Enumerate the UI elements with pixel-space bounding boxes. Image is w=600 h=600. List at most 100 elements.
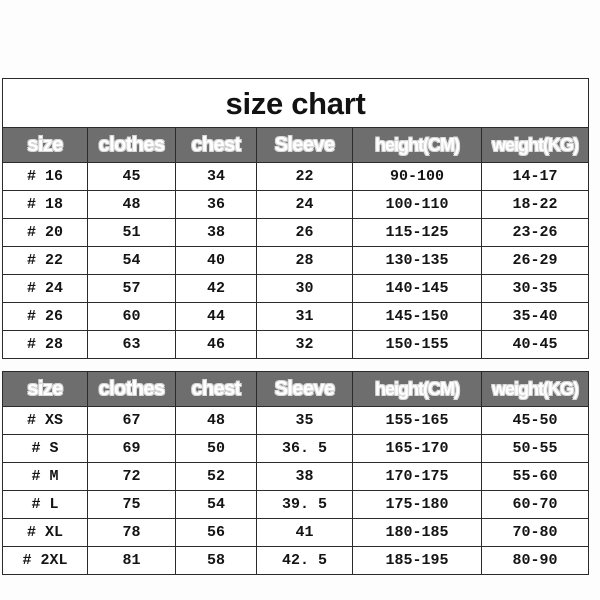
- cell-height: 140-145: [352, 274, 482, 303]
- table-row: # 18 48 36 24 100-110 18-22: [2, 190, 590, 219]
- cell-size: # M: [2, 462, 88, 491]
- cell-sleeve: 42. 5: [256, 546, 353, 575]
- cell-sleeve: 31: [256, 302, 353, 331]
- cell-height: 90-100: [352, 162, 482, 191]
- cell-clothes: 57: [87, 274, 176, 303]
- cell-clothes: 54: [87, 246, 176, 275]
- table-row: # S 69 50 36. 5 165-170 50-55: [2, 434, 589, 463]
- cell-chest: 56: [175, 518, 257, 547]
- column-header-weight: weight(KG): [480, 127, 590, 163]
- column-header-size: size: [2, 371, 88, 407]
- column-header-height: height(CM): [352, 127, 482, 163]
- cell-height: 115-125: [352, 218, 482, 247]
- column-header-height: height(CM): [352, 371, 482, 407]
- kids-size-table: size chart size clothes chest Sleeve hei…: [1, 78, 590, 359]
- cell-clothes: 81: [87, 546, 176, 575]
- cell-weight: 80-90: [481, 546, 589, 575]
- cell-sleeve: 32: [256, 330, 353, 359]
- cell-weight: 30-35: [480, 274, 590, 303]
- cell-size: # 16: [2, 162, 88, 191]
- cell-weight: 23-26: [480, 218, 590, 247]
- cell-clothes: 63: [87, 330, 176, 359]
- cell-chest: 36: [175, 190, 257, 219]
- cell-weight: 40-45: [480, 330, 590, 359]
- cell-weight: 60-70: [481, 490, 589, 519]
- cell-weight: 18-22: [480, 190, 590, 219]
- cell-clothes: 72: [87, 462, 176, 491]
- cell-clothes: 75: [87, 490, 176, 519]
- cell-weight: 50-55: [481, 434, 589, 463]
- cell-size: # L: [2, 490, 88, 519]
- cell-sleeve: 39. 5: [256, 490, 353, 519]
- cell-sleeve: 38: [256, 462, 353, 491]
- table-row: # 2XL 81 58 42. 5 185-195 80-90: [2, 546, 589, 575]
- column-header-chest: chest: [175, 371, 257, 407]
- column-header-weight: weight(KG): [481, 371, 589, 407]
- column-header-clothes: clothes: [87, 127, 176, 163]
- chart-title-text: size chart: [225, 85, 366, 121]
- cell-weight: 26-29: [480, 246, 590, 275]
- kids-table-head: size chart size clothes chest Sleeve hei…: [1, 78, 590, 163]
- table-row: # 22 54 40 28 130-135 26-29: [2, 246, 590, 275]
- size-chart-container: size chart size clothes chest Sleeve hei…: [1, 78, 590, 575]
- cell-size: # 28: [2, 330, 88, 359]
- table-row: # XS 67 48 35 155-165 45-50: [2, 406, 589, 435]
- cell-weight: 14-17: [480, 162, 590, 191]
- cell-clothes: 60: [87, 302, 176, 331]
- cell-chest: 38: [175, 218, 257, 247]
- adult-size-table: size clothes chest Sleeve height(CM) wei…: [2, 371, 589, 575]
- cell-size: # XL: [2, 518, 88, 547]
- table-spacer: [2, 359, 588, 371]
- kids-table-body: # 16 45 34 22 90-100 14-17 # 18 48 36 24…: [2, 162, 590, 359]
- cell-sleeve: 41: [256, 518, 353, 547]
- cell-height: 100-110: [352, 190, 482, 219]
- cell-size: # 24: [2, 274, 88, 303]
- table-row: # L 75 54 39. 5 175-180 60-70: [2, 490, 589, 519]
- cell-sleeve: 30: [256, 274, 353, 303]
- adult-table-body: # XS 67 48 35 155-165 45-50 # S 69 50 36…: [2, 406, 589, 575]
- cell-clothes: 45: [87, 162, 176, 191]
- cell-size: # XS: [2, 406, 88, 435]
- cell-weight: 45-50: [481, 406, 589, 435]
- cell-clothes: 48: [87, 190, 176, 219]
- cell-height: 170-175: [352, 462, 482, 491]
- cell-height: 130-135: [352, 246, 482, 275]
- cell-size: # 26: [2, 302, 88, 331]
- size-chart-page: size chart size clothes chest Sleeve hei…: [0, 0, 600, 600]
- cell-weight: 70-80: [481, 518, 589, 547]
- cell-height: 150-155: [352, 330, 482, 359]
- chart-title-row: size chart: [1, 78, 590, 128]
- cell-chest: 34: [175, 162, 257, 191]
- cell-sleeve: 35: [256, 406, 353, 435]
- cell-height: 180-185: [352, 518, 482, 547]
- cell-chest: 58: [175, 546, 257, 575]
- column-header-size: size: [2, 127, 88, 163]
- cell-chest: 46: [175, 330, 257, 359]
- cell-clothes: 69: [87, 434, 176, 463]
- cell-chest: 54: [175, 490, 257, 519]
- cell-size: # 22: [2, 246, 88, 275]
- table-row: # M 72 52 38 170-175 55-60: [2, 462, 589, 491]
- table-row: # 20 51 38 26 115-125 23-26: [2, 218, 590, 247]
- cell-clothes: 51: [87, 218, 176, 247]
- cell-sleeve: 36. 5: [256, 434, 353, 463]
- cell-chest: 42: [175, 274, 257, 303]
- table-row: # 26 60 44 31 145-150 35-40: [2, 302, 590, 331]
- table-row: # 16 45 34 22 90-100 14-17: [2, 162, 590, 191]
- cell-chest: 50: [175, 434, 257, 463]
- column-header-sleeve: Sleeve: [256, 127, 353, 163]
- cell-chest: 44: [175, 302, 257, 331]
- cell-weight: 55-60: [481, 462, 589, 491]
- adult-header-row: size clothes chest Sleeve height(CM) wei…: [2, 371, 589, 407]
- kids-header-row: size clothes chest Sleeve height(CM) wei…: [2, 127, 590, 163]
- table-row: # 24 57 42 30 140-145 30-35: [2, 274, 590, 303]
- column-header-chest: chest: [175, 127, 257, 163]
- cell-height: 185-195: [352, 546, 482, 575]
- cell-sleeve: 22: [256, 162, 353, 191]
- column-header-clothes: clothes: [87, 371, 176, 407]
- cell-height: 145-150: [352, 302, 482, 331]
- cell-height: 165-170: [352, 434, 482, 463]
- cell-size: # S: [2, 434, 88, 463]
- cell-sleeve: 26: [256, 218, 353, 247]
- cell-height: 155-165: [352, 406, 482, 435]
